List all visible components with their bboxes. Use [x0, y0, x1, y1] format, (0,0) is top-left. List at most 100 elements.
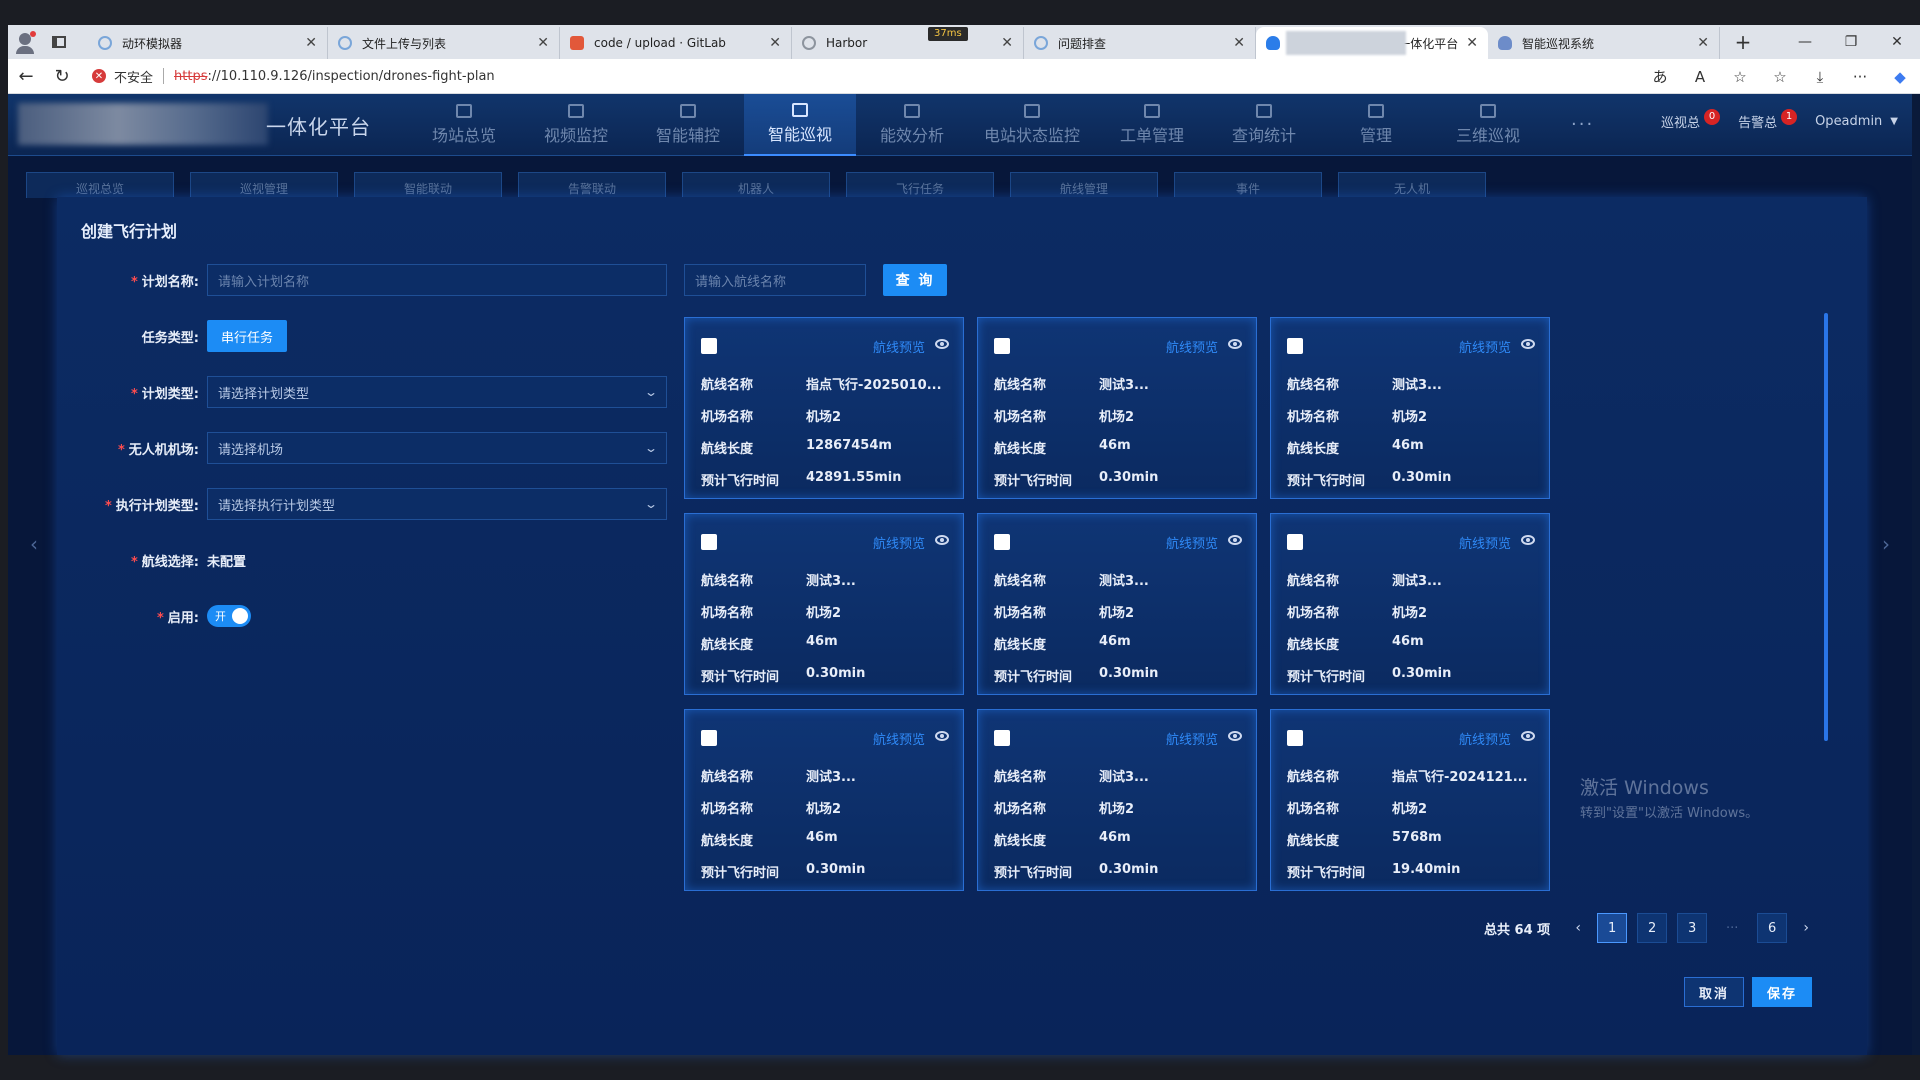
- route-search-input[interactable]: 请输入航线名称: [684, 264, 866, 296]
- nav-3d[interactable]: 三维巡视: [1432, 94, 1544, 156]
- route-card[interactable]: 航线预览 航线名称 测试3... 机场名称 机场2 航线长度 46m 预计飞行时间 0.30mi…: [684, 709, 964, 891]
- subnav-item[interactable]: 航线管理: [1010, 172, 1158, 198]
- tab-2[interactable]: 文件上传与列表 ✕: [328, 27, 560, 59]
- tab-5[interactable]: 问题排查 ✕: [1024, 27, 1256, 59]
- subnav-item[interactable]: 无人机: [1338, 172, 1486, 198]
- nav-station-overview[interactable]: 场站总览: [408, 94, 520, 156]
- route-checkbox[interactable]: [994, 338, 1010, 354]
- nav-more-icon[interactable]: ···: [1571, 114, 1594, 135]
- route-card[interactable]: 航线预览 航线名称 测试3... 机场名称 机场2 航线长度 46m 预计飞行时间 0.30mi…: [977, 317, 1257, 499]
- route-card[interactable]: 航线预览 航线名称 指点飞行-2025010... 机场名称 机场2 航线长度 128674…: [684, 317, 964, 499]
- new-tab-button[interactable]: +: [1726, 25, 1760, 59]
- subnav-item[interactable]: 机器人: [682, 172, 830, 198]
- eye-icon[interactable]: [1521, 535, 1535, 545]
- eye-icon[interactable]: [1521, 339, 1535, 349]
- subnav-item[interactable]: 巡视总览: [26, 172, 174, 198]
- subnav-item[interactable]: 巡视管理: [190, 172, 338, 198]
- close-icon[interactable]: ✕: [769, 35, 781, 51]
- route-preview-link[interactable]: 航线预览: [873, 729, 925, 748]
- plan-type-select[interactable]: 请选择计划类型 ⌄: [207, 376, 667, 408]
- page-ellipsis[interactable]: ···: [1717, 921, 1747, 936]
- tab-6-active[interactable]: 一体化平台 ✕: [1256, 27, 1488, 59]
- eye-icon[interactable]: [1521, 731, 1535, 741]
- nav-workorder[interactable]: 工单管理: [1096, 94, 1208, 156]
- not-secure-icon[interactable]: ✕: [92, 69, 106, 83]
- tab-3[interactable]: code / upload · GitLab ✕: [560, 27, 792, 59]
- airport-select[interactable]: 请选择机场 ⌄: [207, 432, 667, 464]
- subnav-item[interactable]: 智能联动: [354, 172, 502, 198]
- tab-4[interactable]: Harbor ✕: [792, 27, 1024, 59]
- route-checkbox[interactable]: [1287, 534, 1303, 550]
- page-button[interactable]: 2: [1637, 913, 1668, 943]
- more-icon[interactable]: ···: [1840, 59, 1880, 94]
- cancel-button[interactable]: 取消: [1684, 977, 1744, 1007]
- route-card[interactable]: 航线预览 航线名称 测试3... 机场名称 机场2 航线长度 46m 预计飞行时间 0.30mi…: [977, 709, 1257, 891]
- tab-7[interactable]: 智能巡视系统 ✕: [1488, 27, 1720, 59]
- close-icon[interactable]: ✕: [305, 35, 317, 51]
- nav-video[interactable]: 视频监控: [520, 94, 632, 156]
- nav-energy[interactable]: 能效分析: [856, 94, 968, 156]
- route-preview-link[interactable]: 航线预览: [873, 337, 925, 356]
- page-button[interactable]: 6: [1757, 913, 1788, 943]
- exec-type-select[interactable]: 请选择执行计划类型 ⌄: [207, 488, 667, 520]
- route-card[interactable]: 航线预览 航线名称 测试3... 机场名称 机场2 航线长度 46m 预计飞行时间 0.30mi…: [1270, 513, 1550, 695]
- url-protocol[interactable]: https: [174, 69, 207, 84]
- close-icon[interactable]: ✕: [1697, 35, 1709, 51]
- close-icon[interactable]: ✕: [1001, 35, 1013, 51]
- inspection-summary[interactable]: 巡视总 0: [1661, 108, 1721, 131]
- nav-query[interactable]: 查询统计: [1208, 94, 1320, 156]
- page-button[interactable]: 1: [1597, 913, 1628, 943]
- route-card[interactable]: 航线预览 航线名称 测试3... 机场名称 机场2 航线长度 46m 预计飞行时间 0.30mi…: [977, 513, 1257, 695]
- route-preview-link[interactable]: 航线预览: [1459, 533, 1511, 552]
- minimize-button[interactable]: —: [1782, 25, 1828, 59]
- route-preview-link[interactable]: 航线预览: [873, 533, 925, 552]
- download-icon[interactable]: ⤓: [1800, 59, 1840, 94]
- close-icon[interactable]: ✕: [1466, 35, 1478, 51]
- scrollbar[interactable]: [1824, 313, 1828, 741]
- save-button[interactable]: 保存: [1752, 977, 1812, 1007]
- nav-manage[interactable]: 管理: [1320, 94, 1432, 156]
- eye-icon[interactable]: [1228, 731, 1242, 741]
- plan-name-input[interactable]: 请输入计划名称: [207, 264, 667, 296]
- left-arrow-icon[interactable]: ‹: [30, 532, 38, 556]
- enable-toggle[interactable]: 开: [207, 605, 251, 627]
- nav-station-status[interactable]: 电站状态监控: [968, 94, 1096, 156]
- prev-page-icon[interactable]: ‹: [1564, 920, 1592, 936]
- subnav-item[interactable]: 飞行任务: [846, 172, 994, 198]
- user-menu[interactable]: Opeadmin ▼: [1815, 114, 1898, 129]
- translate-icon[interactable]: あ: [1640, 59, 1680, 94]
- tab-actions-icon[interactable]: [42, 25, 76, 59]
- route-preview-link[interactable]: 航线预览: [1459, 729, 1511, 748]
- right-arrow-icon[interactable]: ›: [1882, 532, 1890, 556]
- route-checkbox[interactable]: [701, 338, 717, 354]
- reload-icon[interactable]: ↻: [44, 59, 80, 94]
- route-preview-link[interactable]: 航线预览: [1166, 533, 1218, 552]
- route-checkbox[interactable]: [994, 534, 1010, 550]
- route-checkbox[interactable]: [994, 730, 1010, 746]
- nav-inspection[interactable]: 智能巡视: [744, 94, 856, 156]
- page-button[interactable]: 3: [1677, 913, 1708, 943]
- back-arrow-icon[interactable]: ←: [8, 59, 44, 94]
- eye-icon[interactable]: [1228, 535, 1242, 545]
- star-icon[interactable]: ☆: [1720, 59, 1760, 94]
- restore-button[interactable]: ❐: [1828, 25, 1874, 59]
- route-checkbox[interactable]: [1287, 730, 1303, 746]
- close-icon[interactable]: ✕: [1233, 35, 1245, 51]
- copilot-icon[interactable]: ◆: [1880, 59, 1920, 94]
- eye-icon[interactable]: [935, 535, 949, 545]
- security-label[interactable]: 不安全: [114, 67, 153, 86]
- tab-1[interactable]: 动环模拟器 ✕: [88, 27, 328, 59]
- profile-icon[interactable]: [8, 25, 42, 59]
- query-button[interactable]: 查 询: [883, 264, 947, 296]
- subnav-item[interactable]: 事件: [1174, 172, 1322, 198]
- subnav-item[interactable]: 告警联动: [518, 172, 666, 198]
- read-aloud-icon[interactable]: A: [1680, 59, 1720, 94]
- route-checkbox[interactable]: [701, 730, 717, 746]
- url-input[interactable]: ://10.110.9.126/inspection/drones-fight-…: [207, 69, 494, 84]
- alarm-summary[interactable]: 告警总 1: [1738, 108, 1798, 131]
- nav-assist[interactable]: 智能辅控: [632, 94, 744, 156]
- route-preview-link[interactable]: 航线预览: [1166, 729, 1218, 748]
- route-preview-link[interactable]: 航线预览: [1459, 337, 1511, 356]
- eye-icon[interactable]: [935, 731, 949, 741]
- next-page-icon[interactable]: ›: [1792, 920, 1820, 936]
